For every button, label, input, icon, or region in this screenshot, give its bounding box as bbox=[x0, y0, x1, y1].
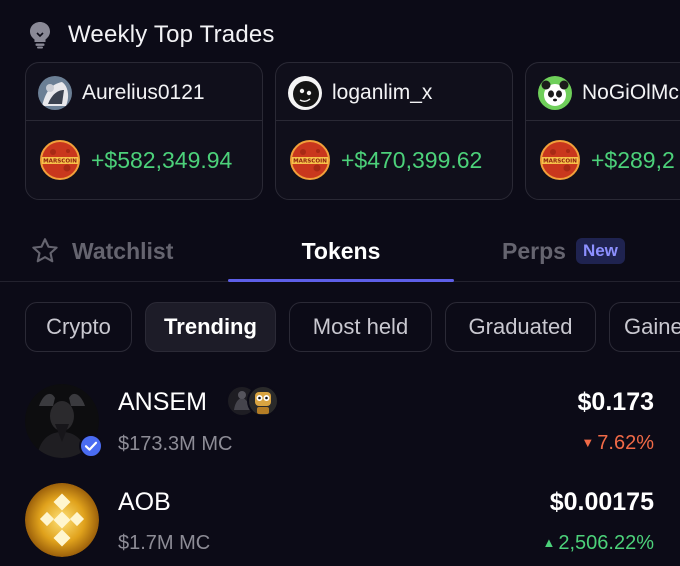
marscoin-icon: MARSCOIN bbox=[540, 140, 580, 180]
marscoin-icon: MARSCOIN bbox=[40, 140, 80, 180]
coin-label: MARSCOIN bbox=[543, 159, 577, 165]
trade-card[interactable]: loganlim_x MARSCOIN +$470,399.62 bbox=[275, 62, 513, 200]
up-triangle-icon: ▲ bbox=[542, 535, 556, 550]
tab-tokens-label: Tokens bbox=[301, 237, 381, 264]
filter-chips: Crypto Trending Most held Graduated Gain… bbox=[25, 302, 680, 352]
avatar bbox=[288, 76, 322, 110]
token-avatar-aob bbox=[25, 483, 99, 557]
new-badge: New bbox=[575, 238, 625, 264]
top-trades-carousel[interactable]: Aurelius0121 MARSCOIN +$582,349.94 logan… bbox=[25, 62, 680, 202]
coin-label: MARSCOIN bbox=[43, 159, 77, 165]
filter-chip-crypto[interactable]: Crypto bbox=[25, 302, 132, 352]
trade-profit: +$582,349.94 bbox=[91, 146, 233, 173]
marscoin-icon: MARSCOIN bbox=[290, 140, 330, 180]
filter-chip-gainers[interactable]: Gaine bbox=[609, 302, 680, 352]
lightbulb-icon bbox=[30, 22, 50, 49]
tab-tokens[interactable]: Tokens bbox=[228, 222, 454, 280]
token-price: $0.173 bbox=[577, 388, 654, 416]
trader-username: Aurelius0121 bbox=[82, 81, 205, 104]
card-divider bbox=[26, 120, 262, 121]
token-change: ▼ 7.62% bbox=[581, 432, 654, 455]
token-name: AOB bbox=[118, 488, 171, 516]
token-price: $0.00175 bbox=[549, 488, 654, 516]
token-change-value: 2,506.22% bbox=[558, 532, 654, 554]
tab-perps[interactable]: Perps New bbox=[470, 222, 670, 280]
token-row[interactable]: AOB $1.7M MC $0.00175 ▲ 2,506.22% bbox=[0, 472, 680, 564]
down-triangle-icon: ▼ bbox=[581, 435, 595, 450]
avatar bbox=[538, 76, 572, 110]
avatar bbox=[38, 76, 72, 110]
trader-username: loganlim_x bbox=[332, 81, 433, 104]
token-row[interactable]: ANSEM $173.3M MC $0.173 ▼ 7.62% bbox=[0, 372, 680, 464]
trade-profit: +$470,399.62 bbox=[341, 146, 483, 173]
page-title: Weekly Top Trades bbox=[68, 21, 275, 48]
holder-avatars bbox=[225, 384, 281, 418]
weekly-top-trades-header: Weekly Top Trades bbox=[28, 18, 275, 52]
card-divider bbox=[526, 120, 680, 121]
trade-profit: +$289,2 bbox=[591, 146, 675, 173]
tab-perps-label: Perps bbox=[502, 237, 566, 264]
verified-badge-icon bbox=[79, 434, 103, 458]
filter-chip-graduated[interactable]: Graduated bbox=[445, 302, 596, 352]
filter-chip-trending[interactable]: Trending bbox=[145, 302, 276, 352]
trader-username: NoGiOlMc bbox=[582, 81, 679, 104]
trade-card[interactable]: Aurelius0121 MARSCOIN +$582,349.94 bbox=[25, 62, 263, 200]
token-change-value: 7.62% bbox=[597, 432, 654, 454]
active-tab-indicator bbox=[228, 279, 454, 282]
tab-watchlist-label: Watchlist bbox=[72, 237, 174, 264]
trade-card[interactable]: NoGiOlMc MARSCOIN +$289,2 bbox=[525, 62, 680, 200]
token-name: ANSEM bbox=[118, 388, 207, 416]
tab-watchlist[interactable]: Watchlist bbox=[30, 222, 220, 280]
star-icon bbox=[32, 238, 58, 263]
token-market-cap: $173.3M MC bbox=[118, 433, 233, 455]
filter-chip-most-held[interactable]: Most held bbox=[289, 302, 432, 352]
card-divider bbox=[276, 120, 512, 121]
token-change: ▲ 2,506.22% bbox=[542, 532, 654, 555]
token-market-cap: $1.7M MC bbox=[118, 532, 211, 554]
market-tabs: Watchlist Tokens Perps New bbox=[0, 222, 680, 282]
coin-label: MARSCOIN bbox=[293, 159, 327, 165]
